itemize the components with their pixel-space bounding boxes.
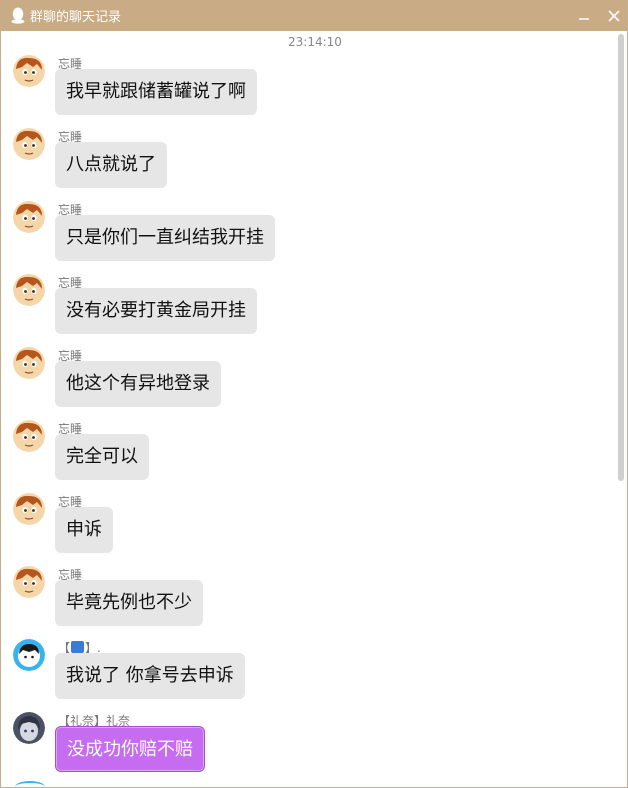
penguin-icon (10, 7, 26, 25)
message-bubble[interactable]: 只是你们一直纠结我开挂 (55, 215, 275, 261)
message-bubble[interactable]: 申诉 (55, 507, 113, 553)
message-bubble[interactable]: 我说了 你拿号去申诉 (55, 653, 245, 699)
chat-message: 忘睡 没有必要打黄金局开挂 (1, 274, 611, 347)
message-bubble[interactable]: 他这个有异地登录 (55, 361, 221, 407)
message-bubble[interactable]: 毕竟先例也不少 (55, 580, 203, 626)
minimize-icon (579, 18, 589, 20)
chat-history-window: 群聊的聊天记录 23:14:10 忘睡 我早就跟储蓄罐说了啊 忘睡 八点就说了 (0, 0, 628, 788)
message-bubble[interactable]: 完全可以 (55, 434, 149, 480)
close-button[interactable] (604, 6, 624, 26)
close-icon (608, 10, 620, 22)
chat-message: 忘睡 完全可以 (1, 420, 611, 493)
minimize-button[interactable] (574, 6, 594, 26)
cartoon-boy-avatar[interactable] (13, 493, 45, 525)
message-bubble[interactable]: 我早就跟储蓄罐说了啊 (55, 69, 257, 115)
chat-message: 忘睡 他这个有异地登录 (1, 347, 611, 420)
partial-avatar (15, 781, 45, 787)
scrollbar-thumb[interactable] (618, 34, 624, 481)
cartoon-boy-avatar[interactable] (13, 566, 45, 598)
scrollbar[interactable] (615, 31, 627, 787)
message-bubble[interactable]: 没有必要打黄金局开挂 (55, 288, 257, 334)
chat-message: 忘睡 我早就跟储蓄罐说了啊 (1, 55, 611, 128)
message-timestamp: 23:14:10 (288, 35, 342, 49)
chat-message: 忘睡 申诉 (1, 493, 611, 566)
chat-message: 【】. 我说了 你拿号去申诉 (1, 639, 611, 712)
cartoon-boy-avatar[interactable] (13, 128, 45, 160)
chat-message: 【礼奈】礼奈 没成功你赔不赔 (1, 712, 611, 785)
cartoon-boy-avatar[interactable] (13, 274, 45, 306)
anime-avatar-blue[interactable] (13, 639, 45, 671)
chat-message: 忘睡 毕竟先例也不少 (1, 566, 611, 639)
cartoon-boy-avatar[interactable] (13, 201, 45, 233)
cartoon-boy-avatar[interactable] (13, 55, 45, 87)
cartoon-boy-avatar[interactable] (13, 420, 45, 452)
anime-avatar-dark[interactable] (13, 712, 45, 744)
message-bubble[interactable]: 八点就说了 (55, 142, 167, 188)
cartoon-boy-avatar[interactable] (13, 347, 45, 379)
window-title: 群聊的聊天记录 (30, 10, 122, 25)
badge-icon (71, 641, 85, 653)
chat-message: 忘睡 只是你们一直纠结我开挂 (1, 201, 611, 274)
message-list[interactable]: 23:14:10 忘睡 我早就跟储蓄罐说了啊 忘睡 八点就说了 忘睡 只是你们一… (1, 31, 615, 787)
chat-message: 忘睡 八点就说了 (1, 128, 611, 201)
title-bar[interactable]: 群聊的聊天记录 (1, 0, 627, 31)
message-bubble[interactable]: 没成功你赔不赔 (55, 726, 205, 772)
